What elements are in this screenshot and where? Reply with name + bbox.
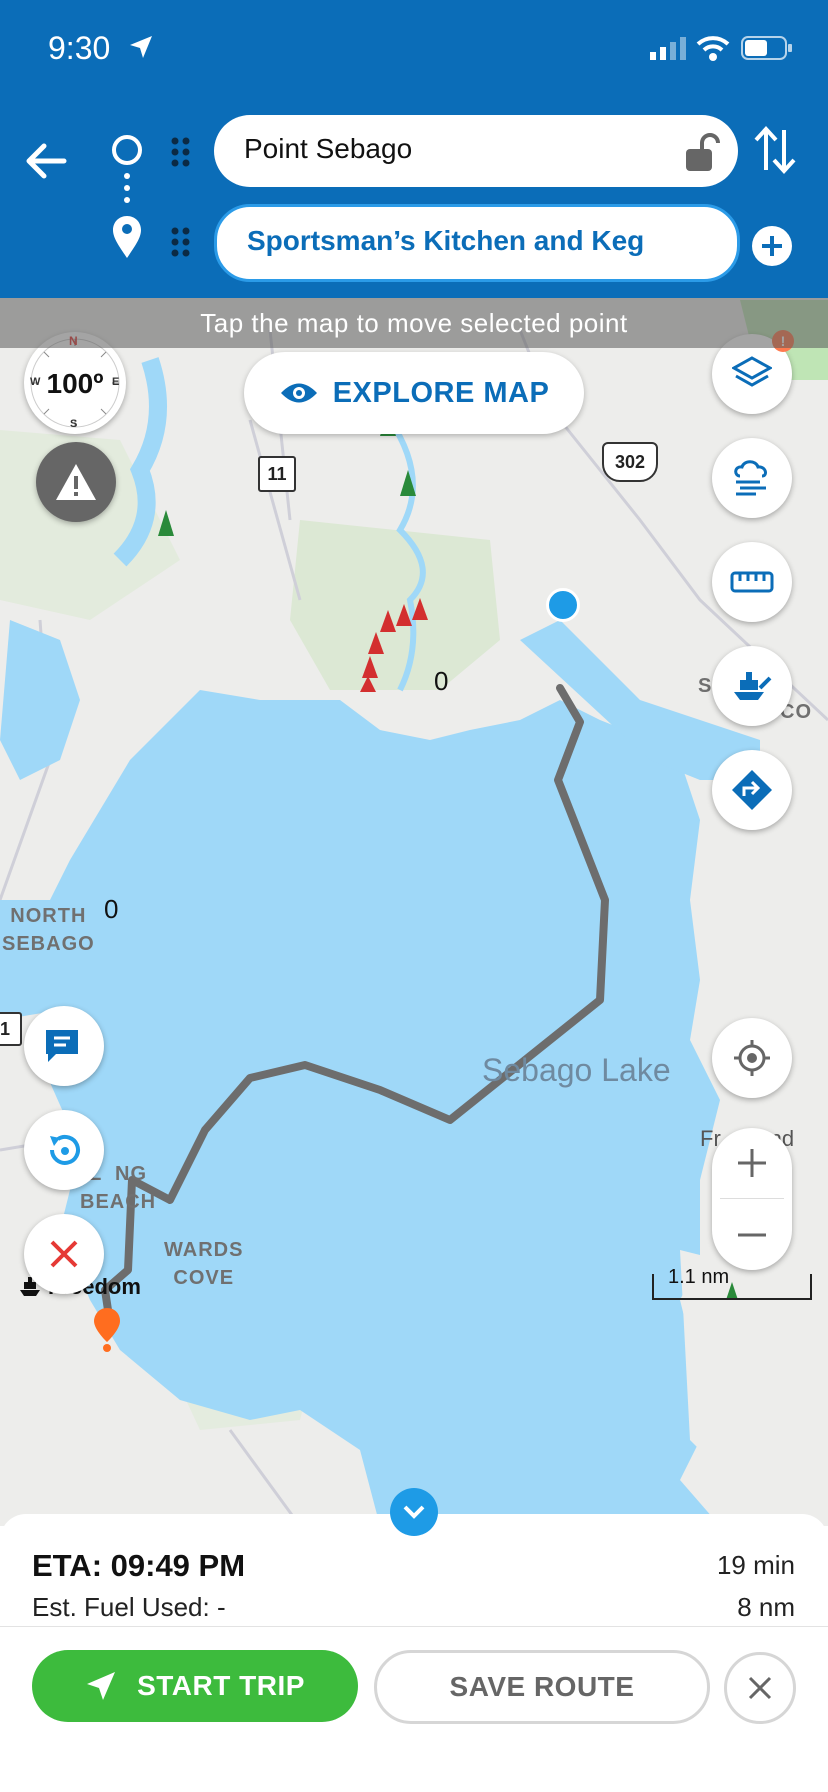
- distance-text: 8 nm: [737, 1592, 795, 1622]
- fuel-text: Est. Fuel Used: -: [32, 1592, 226, 1622]
- green-tower-icon: [158, 390, 738, 1300]
- zoom-control: [712, 1128, 792, 1270]
- duration-text: 19 min: [716, 1550, 795, 1580]
- note-edit-icon: [46, 1030, 78, 1062]
- route-end-pin-icon[interactable]: [94, 1308, 120, 1352]
- route-header: 9:30 Point Sebago Sportsman’s Kitchen an…: [0, 0, 828, 298]
- status-time: 9:30: [48, 30, 111, 66]
- close-trip-button[interactable]: [724, 1652, 796, 1724]
- signal-icon: [650, 37, 686, 60]
- map-scale: 1.1 nm: [652, 1266, 812, 1300]
- sheet-divider: [0, 1626, 828, 1627]
- battery-icon: [741, 36, 792, 60]
- measure-button[interactable]: [712, 542, 792, 622]
- unlock-icon[interactable]: [682, 133, 720, 173]
- plus-icon: [738, 1149, 766, 1177]
- route-edit-button[interactable]: [712, 750, 792, 830]
- route-start-marker[interactable]: [546, 588, 580, 622]
- tower-markers: [158, 390, 738, 1300]
- zoom-in-button[interactable]: [712, 1128, 792, 1198]
- drag-handle-icon[interactable]: [170, 226, 192, 258]
- back-button[interactable]: [24, 138, 70, 184]
- start-trip-button[interactable]: START TRIP: [32, 1650, 358, 1722]
- weather-wind-icon: [734, 460, 767, 496]
- compass-s: S: [70, 418, 78, 430]
- add-stop-button[interactable]: [752, 226, 792, 266]
- layers-icon: [732, 356, 772, 387]
- origin-text: Point Sebago: [244, 133, 413, 164]
- destination-field[interactable]: Sportsman’s Kitchen and Keg: [214, 204, 740, 282]
- explore-map-label: EXPLORE MAP: [332, 376, 550, 409]
- navigation-arrow-icon: [87, 1672, 116, 1700]
- save-route-label: SAVE ROUTE: [449, 1671, 635, 1702]
- cancel-route-button[interactable]: [24, 1214, 104, 1294]
- destination-text: Sportsman’s Kitchen and Keg: [247, 225, 645, 256]
- warning-icon: [56, 464, 96, 500]
- locate-button[interactable]: [712, 1018, 792, 1098]
- weather-button[interactable]: [712, 438, 792, 518]
- map-hint-banner: Tap the map to move selected point: [0, 298, 828, 348]
- boat-edit-icon: [734, 672, 772, 700]
- swap-button[interactable]: [752, 124, 798, 176]
- chevron-down-icon: [403, 1505, 425, 1519]
- compass-heading: 100º: [46, 368, 104, 399]
- zoom-divider: [720, 1198, 784, 1199]
- drag-handle-icon[interactable]: [170, 136, 192, 168]
- red-tower-icon: [360, 598, 428, 692]
- hazard-button[interactable]: [36, 442, 116, 522]
- collapse-sheet-button[interactable]: [390, 1488, 438, 1536]
- location-arrow-icon: [130, 36, 152, 58]
- ruler-icon: [730, 571, 774, 593]
- arrow-left-icon: [26, 143, 67, 179]
- save-route-button[interactable]: SAVE ROUTE: [374, 1650, 710, 1724]
- start-trip-label: START TRIP: [137, 1670, 305, 1701]
- note-button[interactable]: [24, 1006, 104, 1086]
- origin-field[interactable]: Point Sebago: [214, 115, 738, 187]
- map-view[interactable]: 11 302 1 NORTH SEBAGO SOUTH CO Sebago La…: [0, 298, 828, 1526]
- zoom-out-button[interactable]: [712, 1200, 792, 1270]
- minus-icon: [738, 1233, 766, 1237]
- explore-map-button[interactable]: EXPLORE MAP: [244, 352, 584, 434]
- close-icon: [50, 1240, 78, 1268]
- eye-icon: [280, 383, 317, 403]
- route-connector-icon: [112, 135, 142, 258]
- plus-icon: [762, 236, 782, 256]
- crosshair-icon: [734, 1040, 770, 1076]
- close-icon: [748, 1676, 772, 1700]
- reverse-route-button[interactable]: [24, 1110, 104, 1190]
- eta-text: ETA: 09:49 PM: [32, 1548, 246, 1583]
- wifi-icon: [696, 36, 730, 61]
- reverse-icon: [50, 1135, 80, 1165]
- directions-edit-icon: [732, 770, 772, 810]
- swap-icon: [754, 126, 796, 174]
- trip-summary-sheet: ETA: 09:49 PM Est. Fuel Used: - 19 min 8…: [0, 1488, 828, 1792]
- boat-edit-button[interactable]: [712, 646, 792, 726]
